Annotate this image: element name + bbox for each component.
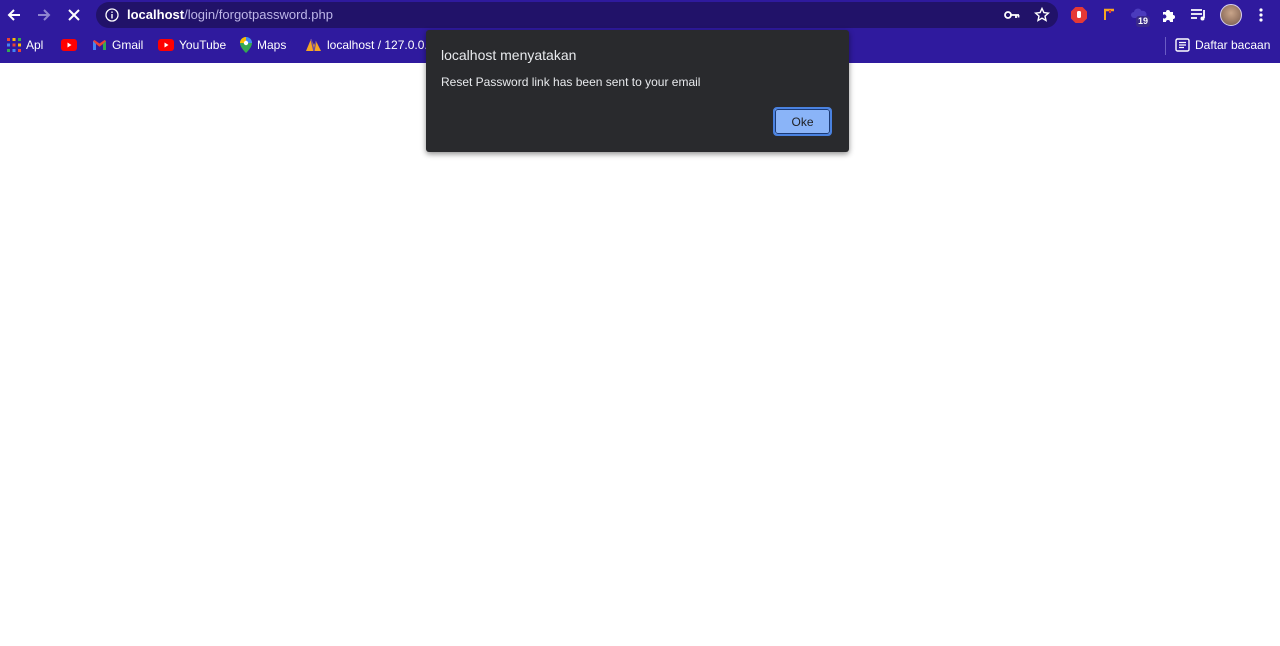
key-icon[interactable] bbox=[1004, 9, 1020, 21]
back-button[interactable] bbox=[3, 4, 25, 26]
bookmark-youtube[interactable]: YouTube bbox=[158, 37, 226, 53]
url-path: /login/forgotpassword.php bbox=[184, 7, 333, 22]
url-text[interactable]: localhost/login/forgotpassword.php bbox=[127, 7, 333, 22]
stop-loading-button[interactable] bbox=[63, 4, 85, 26]
kebab-menu-icon bbox=[1259, 8, 1263, 22]
profile-button[interactable] bbox=[1219, 3, 1243, 27]
reading-list-button[interactable]: Daftar bacaan bbox=[1175, 37, 1270, 53]
bookmark-youtube-icon-only[interactable] bbox=[61, 37, 77, 53]
stop-hand-icon bbox=[1071, 7, 1087, 23]
url-host: localhost bbox=[127, 7, 185, 22]
bookmark-label: YouTube bbox=[179, 38, 227, 52]
media-control-button[interactable] bbox=[1188, 4, 1210, 26]
flag-icon bbox=[1104, 8, 1114, 20]
extensions-menu-button[interactable] bbox=[1158, 4, 1180, 26]
extension-adblock-button[interactable] bbox=[1068, 4, 1090, 26]
youtube-icon bbox=[61, 39, 77, 51]
info-icon[interactable] bbox=[105, 8, 119, 22]
phpmyadmin-icon bbox=[306, 38, 321, 52]
bookmark-label: Gmail bbox=[112, 38, 144, 52]
ok-button[interactable]: Oke bbox=[773, 107, 832, 136]
extension-flag-button[interactable] bbox=[1098, 4, 1120, 26]
ok-button-label: Oke bbox=[775, 109, 830, 134]
bookmarks-divider bbox=[1165, 37, 1166, 55]
extension-count-badge: 19 bbox=[1136, 16, 1151, 27]
youtube-icon bbox=[158, 39, 174, 51]
puzzle-icon bbox=[1163, 10, 1175, 22]
reading-list-icon bbox=[1175, 38, 1190, 52]
reading-list-label: Daftar bacaan bbox=[1195, 38, 1271, 52]
browser-menu-button[interactable] bbox=[1250, 4, 1272, 26]
dialog-message: Reset Password link has been sent to you… bbox=[441, 75, 701, 89]
maps-pin-icon bbox=[240, 37, 252, 53]
bookmark-maps[interactable]: Maps bbox=[240, 37, 286, 53]
avatar bbox=[1220, 4, 1242, 26]
bookmark-label: Apl bbox=[26, 38, 44, 52]
star-icon[interactable] bbox=[1034, 7, 1050, 23]
close-icon bbox=[68, 9, 80, 21]
bookmark-gmail[interactable]: Gmail bbox=[92, 37, 143, 53]
alert-dialog: localhost menyatakan Reset Password link… bbox=[426, 30, 849, 152]
playlist-icon bbox=[1191, 9, 1205, 21]
bookmark-label: Maps bbox=[257, 38, 287, 52]
bookmark-label: localhost / 127.0.0... bbox=[327, 38, 435, 52]
gmail-icon bbox=[93, 40, 106, 50]
dialog-title: localhost menyatakan bbox=[441, 47, 577, 63]
arrow-right-icon bbox=[38, 9, 51, 21]
bookmark-localhost[interactable]: localhost / 127.0.0... bbox=[305, 37, 434, 53]
bookmark-apps[interactable]: Apl bbox=[7, 37, 43, 53]
forward-button[interactable] bbox=[33, 4, 55, 26]
browser-toolbar: localhost/login/forgotpassword.php 19 bbox=[0, 0, 1280, 30]
apps-grid-icon bbox=[7, 38, 21, 52]
address-bar[interactable]: localhost/login/forgotpassword.php bbox=[96, 2, 1058, 28]
extension-badge-button[interactable]: 19 bbox=[1128, 4, 1151, 27]
arrow-left-icon bbox=[7, 9, 20, 21]
